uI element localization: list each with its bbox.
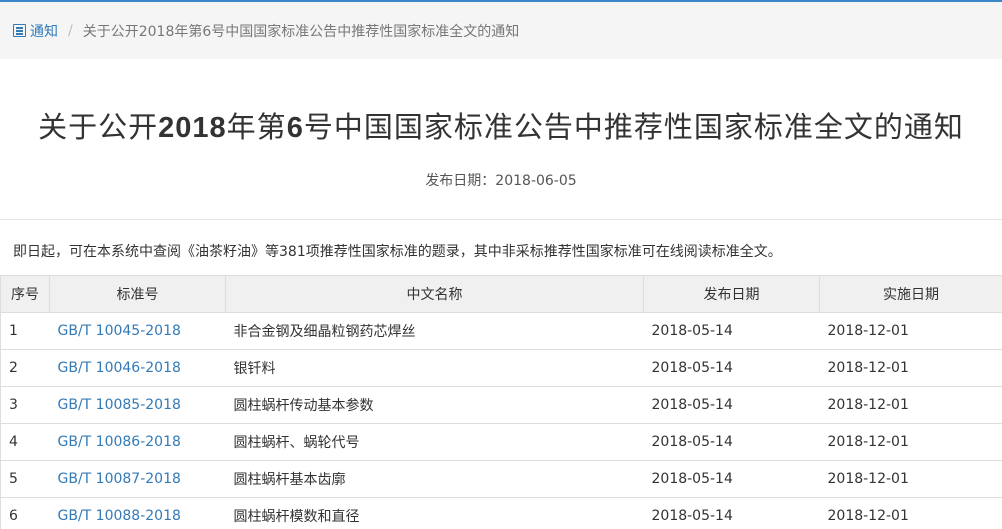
breadcrumb-root-label: 通知 — [30, 23, 58, 40]
cell-effective-date: 2018-12-01 — [819, 349, 1002, 387]
standard-link[interactable]: GB/T 10085-2018 — [58, 397, 181, 413]
cell-chinese-name: 圆柱蜗杆模数和直径 — [225, 497, 644, 529]
title-part-number: 6 — [286, 112, 304, 144]
cell-index: 6 — [0, 497, 50, 529]
page-title: 关于公开2018年第6号中国国家标准公告中推荐性国家标准全文的通知 — [0, 104, 1002, 146]
list-alt-icon — [13, 24, 26, 37]
cell-publish-date: 2018-05-14 — [643, 423, 820, 461]
table-row: 2 GB/T 10046-2018 银钎料 2018-05-14 2018-12… — [0, 349, 1002, 387]
table-row: 4 GB/T 10086-2018 圆柱蜗杆、蜗轮代号 2018-05-14 2… — [0, 423, 1002, 461]
standard-link[interactable]: GB/T 10087-2018 — [58, 471, 181, 487]
cell-index: 2 — [0, 349, 50, 387]
cell-standard-no: GB/T 10046-2018 — [49, 349, 226, 387]
divider — [0, 219, 1002, 220]
col-header-effective-date: 实施日期 — [819, 275, 1002, 313]
cell-effective-date: 2018-12-01 — [819, 386, 1002, 424]
col-header-standard-no: 标准号 — [49, 275, 226, 313]
cell-standard-no: GB/T 10086-2018 — [49, 423, 226, 461]
cell-publish-date: 2018-05-14 — [643, 349, 820, 387]
breadcrumb-separator: / — [68, 22, 73, 39]
standard-link[interactable]: GB/T 10086-2018 — [58, 434, 181, 450]
title-part: 号中国国家标准公告中推荐性国家标准全文的通知 — [303, 110, 964, 144]
title-part: 关于公开 — [38, 110, 159, 144]
cell-index: 5 — [0, 460, 50, 498]
standard-link[interactable]: GB/T 10045-2018 — [58, 323, 181, 339]
cell-effective-date: 2018-12-01 — [819, 497, 1002, 529]
table-row: 1 GB/T 10045-2018 非合金钢及细晶粒钢药芯焊丝 2018-05-… — [0, 312, 1002, 350]
cell-effective-date: 2018-12-01 — [819, 423, 1002, 461]
breadcrumb-root-link[interactable]: 通知 — [13, 21, 58, 41]
cell-chinese-name: 圆柱蜗杆基本齿廓 — [225, 460, 644, 498]
col-header-publish-date: 发布日期 — [643, 275, 820, 313]
cell-publish-date: 2018-05-14 — [643, 497, 820, 529]
cell-publish-date: 2018-05-14 — [643, 460, 820, 498]
col-header-chinese-name: 中文名称 — [225, 275, 644, 313]
breadcrumb-current: 关于公开2018年第6号中国国家标准公告中推荐性国家标准全文的通知 — [82, 23, 520, 40]
standard-link[interactable]: GB/T 10046-2018 — [58, 360, 181, 376]
publish-date: 发布日期：2018-06-05 — [425, 173, 577, 189]
intro-text: 即日起，可在本系统中查阅《油茶籽油》等381项推荐性国家标准的题录，其中非采标推… — [13, 244, 782, 260]
cell-standard-no: GB/T 10088-2018 — [49, 497, 226, 529]
cell-index: 1 — [0, 312, 50, 350]
title-part-year: 2018 — [158, 112, 227, 144]
cell-index: 4 — [0, 423, 50, 461]
cell-chinese-name: 圆柱蜗杆、蜗轮代号 — [225, 423, 644, 461]
table-row: 6 GB/T 10088-2018 圆柱蜗杆模数和直径 2018-05-14 2… — [0, 497, 1002, 529]
cell-index: 3 — [0, 386, 50, 424]
cell-standard-no: GB/T 10087-2018 — [49, 460, 226, 498]
col-header-index: 序号 — [0, 275, 50, 313]
cell-effective-date: 2018-12-01 — [819, 460, 1002, 498]
table-header-row: 序号 标准号 中文名称 发布日期 实施日期 — [0, 275, 1002, 313]
table-row: 5 GB/T 10087-2018 圆柱蜗杆基本齿廓 2018-05-14 20… — [0, 460, 1002, 498]
cell-chinese-name: 银钎料 — [225, 349, 644, 387]
standards-table: 序号 标准号 中文名称 发布日期 实施日期 1 GB/T 10045-2018 … — [0, 275, 1002, 529]
cell-standard-no: GB/T 10085-2018 — [49, 386, 226, 424]
title-part: 年第 — [226, 110, 287, 144]
cell-chinese-name: 圆柱蜗杆传动基本参数 — [225, 386, 644, 424]
cell-effective-date: 2018-12-01 — [819, 312, 1002, 350]
standard-link[interactable]: GB/T 10088-2018 — [58, 508, 181, 524]
cell-standard-no: GB/T 10045-2018 — [49, 312, 226, 350]
table-row: 3 GB/T 10085-2018 圆柱蜗杆传动基本参数 2018-05-14 … — [0, 386, 1002, 424]
breadcrumb: 通知 / 关于公开2018年第6号中国国家标准公告中推荐性国家标准全文的通知 — [0, 2, 1002, 59]
cell-publish-date: 2018-05-14 — [643, 386, 820, 424]
cell-chinese-name: 非合金钢及细晶粒钢药芯焊丝 — [225, 312, 644, 350]
cell-publish-date: 2018-05-14 — [643, 312, 820, 350]
